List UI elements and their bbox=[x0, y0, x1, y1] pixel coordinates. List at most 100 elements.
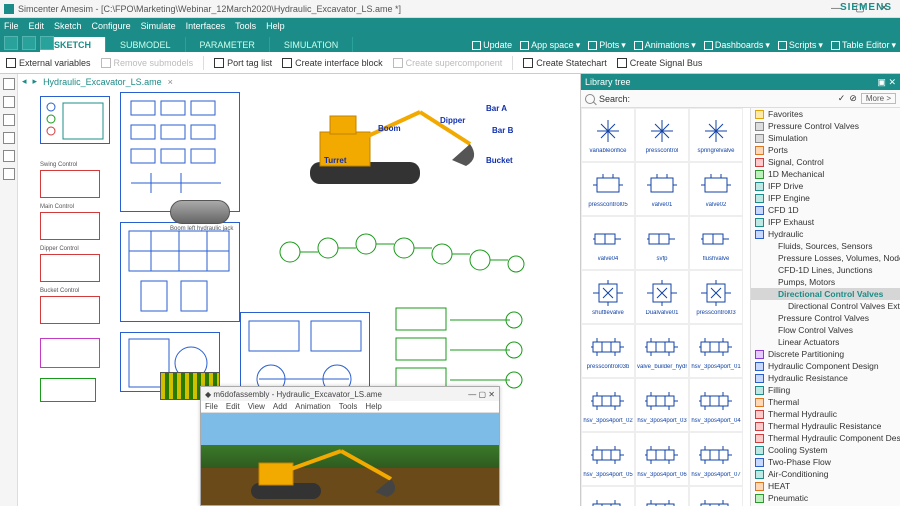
tree-node[interactable]: HEAT bbox=[751, 480, 900, 492]
symbol-valve01[interactable]: valve01 bbox=[635, 162, 689, 216]
symbol-valve04[interactable]: valve04 bbox=[581, 216, 635, 270]
symbol-flushvalve[interactable]: flushvalve bbox=[689, 216, 743, 270]
symbol-hsv_3pos4port_02[interactable]: hsv_3pos4port_02 bbox=[581, 378, 635, 432]
viewer-3d-close[interactable]: ✕ bbox=[488, 390, 495, 399]
menu-tools[interactable]: Tools bbox=[235, 21, 256, 31]
tool-arrow[interactable] bbox=[3, 96, 15, 108]
qat-button[interactable] bbox=[40, 36, 54, 50]
menu-configure[interactable]: Configure bbox=[92, 21, 131, 31]
viewer-3d-max[interactable]: ▢ bbox=[479, 390, 487, 399]
btn-plots[interactable]: Plots▾ bbox=[588, 40, 626, 51]
search-input[interactable] bbox=[634, 94, 834, 104]
dipper-control-block[interactable] bbox=[40, 254, 100, 282]
tree-node[interactable]: Pressure Losses, Volumes, Nodes bbox=[751, 252, 900, 264]
tree-node[interactable]: Flow Control Valves bbox=[751, 324, 900, 336]
viewer-3d-scene[interactable] bbox=[201, 413, 499, 505]
sketch-tab-close[interactable]: × bbox=[168, 77, 173, 87]
tree-node[interactable]: Directional Control Valves Extended bbox=[751, 300, 900, 312]
ribbon-create-statechart[interactable]: Create Statechart bbox=[523, 58, 607, 68]
menu-interfaces[interactable]: Interfaces bbox=[186, 21, 226, 31]
sketch-tab-name[interactable]: Hydraulic_Excavator_LS.ame bbox=[43, 77, 162, 87]
tree-node[interactable]: Ports bbox=[751, 144, 900, 156]
library-close-icon[interactable]: ✕ bbox=[888, 77, 896, 88]
tree-node[interactable]: Directional Control Valves bbox=[751, 288, 900, 300]
tool-line[interactable] bbox=[3, 114, 15, 126]
ribbon-port-tag-list[interactable]: Port tag list bbox=[214, 58, 272, 68]
viewer-3d-titlebar[interactable]: ◆ m6dofassembly - Hydraulic_Excavator_LS… bbox=[201, 387, 499, 401]
tree-node[interactable]: IFP Drive bbox=[751, 180, 900, 192]
symbol-hsv_3pos4port_08[interactable]: hsv_3pos4port_08 bbox=[581, 486, 635, 506]
symbol-grid[interactable]: variableorificepresscontrolspringrelvalv… bbox=[581, 108, 751, 506]
valve-manifold-2[interactable] bbox=[120, 222, 240, 322]
tree-node[interactable]: Two-Phase Flow bbox=[751, 456, 900, 468]
symbol-hsv_3pos4port_10[interactable]: hsv_3pos4port_10 bbox=[689, 486, 743, 506]
btn-update[interactable]: Update bbox=[472, 40, 512, 50]
main-control-block[interactable] bbox=[40, 212, 100, 240]
viewer-menu-view[interactable]: View bbox=[248, 402, 265, 411]
qat-button[interactable] bbox=[4, 36, 18, 50]
valve-manifold-1[interactable] bbox=[120, 92, 240, 212]
symbol-springrelvalve[interactable]: springrelvalve bbox=[689, 108, 743, 162]
tool-text[interactable] bbox=[3, 78, 15, 90]
viewer-menu-add[interactable]: Add bbox=[273, 402, 287, 411]
symbol-hsv_3pos4port_03[interactable]: hsv_3pos4port_03 bbox=[635, 378, 689, 432]
ribbon-create-interface-block[interactable]: Create interface block bbox=[282, 58, 383, 68]
symbol-presscontrol03b[interactable]: presscontrol03b bbox=[581, 324, 635, 378]
bucket-control-block[interactable] bbox=[40, 296, 100, 324]
symbol-hsv_3pos4port_06[interactable]: hsv_3pos4port_06 bbox=[635, 432, 689, 486]
tree-node[interactable]: Hydraulic Resistance bbox=[751, 372, 900, 384]
symbol-presscontrol[interactable]: presscontrol bbox=[635, 108, 689, 162]
viewer-menu-animation[interactable]: Animation bbox=[295, 402, 331, 411]
library-tree[interactable]: FavoritesPressure Control ValvesSimulati… bbox=[751, 108, 900, 506]
viewer-menu-help[interactable]: Help bbox=[365, 402, 381, 411]
btn-appspace[interactable]: App space▾ bbox=[520, 40, 580, 51]
sensor-block[interactable] bbox=[40, 338, 100, 368]
symbol-hsv_3pos4port_04[interactable]: hsv_3pos4port_04 bbox=[689, 378, 743, 432]
legend-block[interactable] bbox=[40, 96, 110, 144]
tab-submodel[interactable]: SUBMODEL bbox=[106, 37, 186, 52]
tree-node[interactable]: Hydraulic bbox=[751, 228, 900, 240]
tree-node[interactable]: Signal, Control bbox=[751, 156, 900, 168]
tree-node[interactable]: Air-Conditioning bbox=[751, 468, 900, 480]
symbol-valve02[interactable]: valve02 bbox=[689, 162, 743, 216]
diagram-canvas[interactable]: Swing Control Main Control Dipper Contro… bbox=[40, 92, 576, 386]
menu-help[interactable]: Help bbox=[266, 21, 285, 31]
symbol-shuttlevalve[interactable]: shuttlevalve bbox=[581, 270, 635, 324]
symbol-hsv_3pos4port_09[interactable]: hsv_3pos4port_09 bbox=[635, 486, 689, 506]
search-clear-icon[interactable]: ⊘ bbox=[849, 93, 857, 104]
tree-node[interactable]: CFD 1D bbox=[751, 204, 900, 216]
swing-control-block[interactable] bbox=[40, 170, 100, 198]
library-header[interactable]: Library tree ▣ ✕ bbox=[581, 74, 900, 90]
symbol-variableorifice[interactable]: variableorifice bbox=[581, 108, 635, 162]
multibody-chain[interactable] bbox=[270, 212, 530, 282]
tree-node[interactable]: IFP Exhaust bbox=[751, 216, 900, 228]
symbol-presscontrol03[interactable]: presscontrol03 bbox=[689, 270, 743, 324]
nav-back-icon[interactable]: ◂ bbox=[22, 76, 27, 87]
viewer-menu-file[interactable]: File bbox=[205, 402, 218, 411]
menu-sketch[interactable]: Sketch bbox=[54, 21, 82, 31]
symbol-Dualvalve01[interactable]: Dualvalve01 bbox=[635, 270, 689, 324]
tree-node[interactable]: Cooling System bbox=[751, 444, 900, 456]
viewer-menu-tools[interactable]: Tools bbox=[339, 402, 358, 411]
tree-node[interactable]: Thermal bbox=[751, 396, 900, 408]
btn-table-editor[interactable]: Table Editor▾ bbox=[831, 40, 896, 51]
menu-simulate[interactable]: Simulate bbox=[141, 21, 176, 31]
search-more-button[interactable]: More > bbox=[861, 93, 896, 104]
qat-button[interactable] bbox=[22, 36, 36, 50]
symbol-svfp[interactable]: svfp bbox=[635, 216, 689, 270]
ribbon-create-signal-bus[interactable]: Create Signal Bus bbox=[617, 58, 703, 68]
tree-node[interactable]: Linear Actuators bbox=[751, 336, 900, 348]
symbol-valve_builder_hydr[interactable]: valve_builder_hydr bbox=[635, 324, 689, 378]
nav-fwd-icon[interactable]: ▸ bbox=[33, 76, 38, 87]
tree-node[interactable]: 1D Mechanical bbox=[751, 168, 900, 180]
viewer-3d-min[interactable]: — bbox=[468, 390, 476, 399]
tree-node[interactable]: Discrete Partitioning bbox=[751, 348, 900, 360]
tree-node[interactable]: Filling bbox=[751, 384, 900, 396]
tab-simulation[interactable]: SIMULATION bbox=[270, 37, 353, 52]
ground-block[interactable] bbox=[40, 378, 96, 402]
search-accept-icon[interactable]: ✓ bbox=[838, 93, 846, 104]
tree-node[interactable]: Pressure Control Valves bbox=[751, 312, 900, 324]
tree-node[interactable]: Pumps, Motors bbox=[751, 276, 900, 288]
viewer-menu-edit[interactable]: Edit bbox=[226, 402, 240, 411]
menu-edit[interactable]: Edit bbox=[29, 21, 45, 31]
